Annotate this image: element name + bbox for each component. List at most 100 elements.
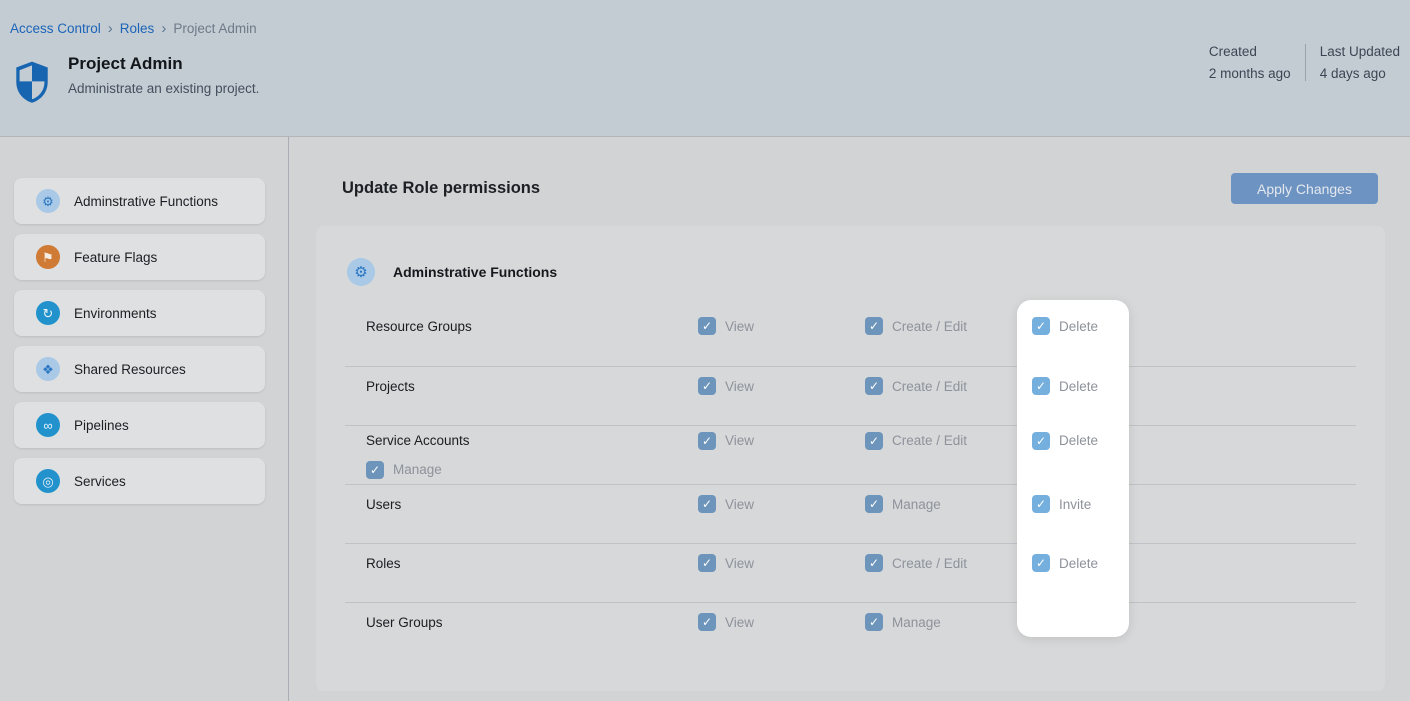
table-row: Resource Groups✓View✓Create / Edit✓Delet… <box>345 307 1356 366</box>
checkbox-checked-icon[interactable]: ✓ <box>1032 432 1050 450</box>
table-row: Roles✓View✓Create / Edit✓Delete <box>345 543 1356 602</box>
permission-cell: ✓ Create / Edit <box>865 432 1032 450</box>
main-heading: Update Role permissions <box>342 179 540 198</box>
sidebar-item-shared-resources[interactable]: ❖Shared Resources <box>14 346 265 392</box>
permission-cell: ✓ Delete <box>1032 554 1199 572</box>
permission-cell: ✓ Create / Edit <box>865 377 1032 395</box>
sidebar-item-adminstrative-functions[interactable]: ⚙ Adminstrative Functions <box>14 178 265 224</box>
checkbox-checked-icon[interactable]: ✓ <box>865 432 883 450</box>
spotlight-highlight <box>1017 300 1129 637</box>
checkbox-checked-icon[interactable]: ✓ <box>865 377 883 395</box>
checkbox-checked-icon[interactable]: ✓ <box>698 495 716 513</box>
permission-cell: ✓ Delete <box>1032 377 1199 395</box>
permission-toggle[interactable]: ✓ View <box>698 377 754 395</box>
checkbox-checked-icon[interactable]: ✓ <box>1032 495 1050 513</box>
checkbox-checked-icon[interactable]: ✓ <box>865 554 883 572</box>
meta-block: Created 2 months ago <box>1195 44 1305 81</box>
chevron-right-icon: › <box>108 22 113 35</box>
sidebar-item-pipelines[interactable]: ∞Pipelines <box>14 402 265 448</box>
permission-toggle[interactable]: ✓View <box>698 495 754 513</box>
breadcrumb-link[interactable]: Roles <box>120 21 155 36</box>
permission-label: Create / Edit <box>892 379 967 394</box>
permission-toggle[interactable]: ✓View <box>698 317 754 335</box>
apply-changes-button[interactable]: Apply Changes <box>1231 173 1378 204</box>
row-label: User Groups <box>366 615 698 630</box>
row-label: Users <box>366 497 698 512</box>
checkbox-checked-icon[interactable]: ✓ <box>865 495 883 513</box>
permission-toggle[interactable]: ✓ Invite <box>1032 495 1091 513</box>
sidebar-item-label: Pipelines <box>66 418 129 433</box>
checkbox-checked-icon[interactable]: ✓ <box>1032 317 1050 335</box>
permission-toggle[interactable]: ✓ View <box>698 554 754 572</box>
sidebar-item-label: Environments <box>66 306 157 321</box>
permission-toggle[interactable]: ✓ Delete <box>1032 432 1098 450</box>
permission-toggle[interactable]: ✓ Delete <box>1032 554 1098 572</box>
permission-toggle[interactable]: ✓ Manage <box>865 613 941 631</box>
checkbox-checked-icon[interactable]: ✓ <box>698 554 716 572</box>
permission-label: View <box>725 379 754 394</box>
sidebar-item-label: Shared Resources <box>66 362 186 377</box>
checkbox-checked-icon[interactable]: ✓ <box>698 432 716 450</box>
meta-label: Last Updated <box>1320 44 1400 59</box>
permission-label: Delete <box>1059 319 1098 334</box>
gear-icon: ⚙ <box>36 189 60 213</box>
meta-label: Created <box>1209 44 1291 59</box>
table-row: Service Accounts✓View✓Create / Edit✓Dele… <box>345 425 1356 484</box>
permission-toggle[interactable]: ✓ Create / Edit <box>865 317 967 335</box>
permission-label: Delete <box>1059 433 1098 448</box>
permission-label: Create / Edit <box>892 556 967 571</box>
permission-toggle[interactable]: ✓ Create / Edit <box>865 432 967 450</box>
row-label: Service Accounts <box>366 433 698 448</box>
table-row: Users✓View✓Manage✓Invite <box>345 484 1356 543</box>
permission-label: Manage <box>393 462 442 477</box>
meta-value: 4 days ago <box>1320 66 1400 81</box>
sidebar-item-label: Feature Flags <box>66 250 157 265</box>
permission-toggle[interactable]: ✓ Create / Edit <box>865 554 967 572</box>
sidebar-item-feature-flags[interactable]: ⚑Feature Flags <box>14 234 265 280</box>
permission-toggle[interactable]: ✓View <box>698 432 754 450</box>
row-label: Resource Groups <box>366 319 698 334</box>
permission-toggle[interactable]: ✓Manage <box>865 495 941 513</box>
permission-label: Manage <box>892 615 941 630</box>
permission-label: Delete <box>1059 379 1098 394</box>
permission-cell: ✓ View <box>698 377 865 395</box>
permission-cell: ✓View <box>698 317 865 335</box>
table-row: User Groups✓View✓Manage <box>345 602 1356 661</box>
sidebar-item-environments[interactable]: ↻Environments <box>14 290 265 336</box>
permission-toggle[interactable]: ✓View <box>698 613 754 631</box>
checkbox-checked-icon[interactable]: ✓ <box>698 317 716 335</box>
permission-cell: ✓ Create / Edit <box>865 554 1032 572</box>
meta-value: 2 months ago <box>1209 66 1291 81</box>
sidebar-item-label: Adminstrative Functions <box>66 194 218 209</box>
card-title: Adminstrative Functions <box>393 264 557 280</box>
permission-label: Create / Edit <box>892 319 967 334</box>
permission-toggle[interactable]: ✓ Create / Edit <box>865 377 967 395</box>
permission-toggle[interactable]: ✓ Delete <box>1032 317 1098 335</box>
checkbox-checked-icon[interactable]: ✓ <box>1032 377 1050 395</box>
checkbox-checked-icon[interactable]: ✓ <box>698 377 716 395</box>
checkbox-checked-icon[interactable]: ✓ <box>366 461 384 479</box>
permission-cell: ✓ Manage <box>366 461 698 479</box>
checkbox-checked-icon[interactable]: ✓ <box>698 613 716 631</box>
permission-label: Delete <box>1059 556 1098 571</box>
sidebar-item-services[interactable]: ◎Services <box>14 458 265 504</box>
sidebar-item-label: Services <box>66 474 126 489</box>
permission-cell: ✓View <box>698 495 865 513</box>
shield-logo-icon <box>13 60 51 104</box>
chevron-right-icon: › <box>161 22 166 35</box>
checkbox-checked-icon[interactable]: ✓ <box>865 613 883 631</box>
permission-label: Invite <box>1059 497 1091 512</box>
permission-cell: ✓ Manage <box>865 613 1032 631</box>
permission-toggle[interactable]: ✓ Delete <box>1032 377 1098 395</box>
page-header: Access Control›Roles›Project Admin Proje… <box>0 0 1410 137</box>
permission-label: Create / Edit <box>892 433 967 448</box>
header-meta: Created 2 months ago Last Updated 4 days ag… <box>1195 44 1400 81</box>
permission-label: View <box>725 556 754 571</box>
checkbox-checked-icon[interactable]: ✓ <box>865 317 883 335</box>
permission-cell: ✓Manage <box>865 495 1032 513</box>
breadcrumb-link[interactable]: Access Control <box>10 21 101 36</box>
meta-block: Last Updated 4 days ago <box>1305 44 1400 81</box>
page: Access Control›Roles›Project Admin Proje… <box>0 0 1410 701</box>
permission-toggle[interactable]: ✓ Manage <box>366 461 442 479</box>
checkbox-checked-icon[interactable]: ✓ <box>1032 554 1050 572</box>
